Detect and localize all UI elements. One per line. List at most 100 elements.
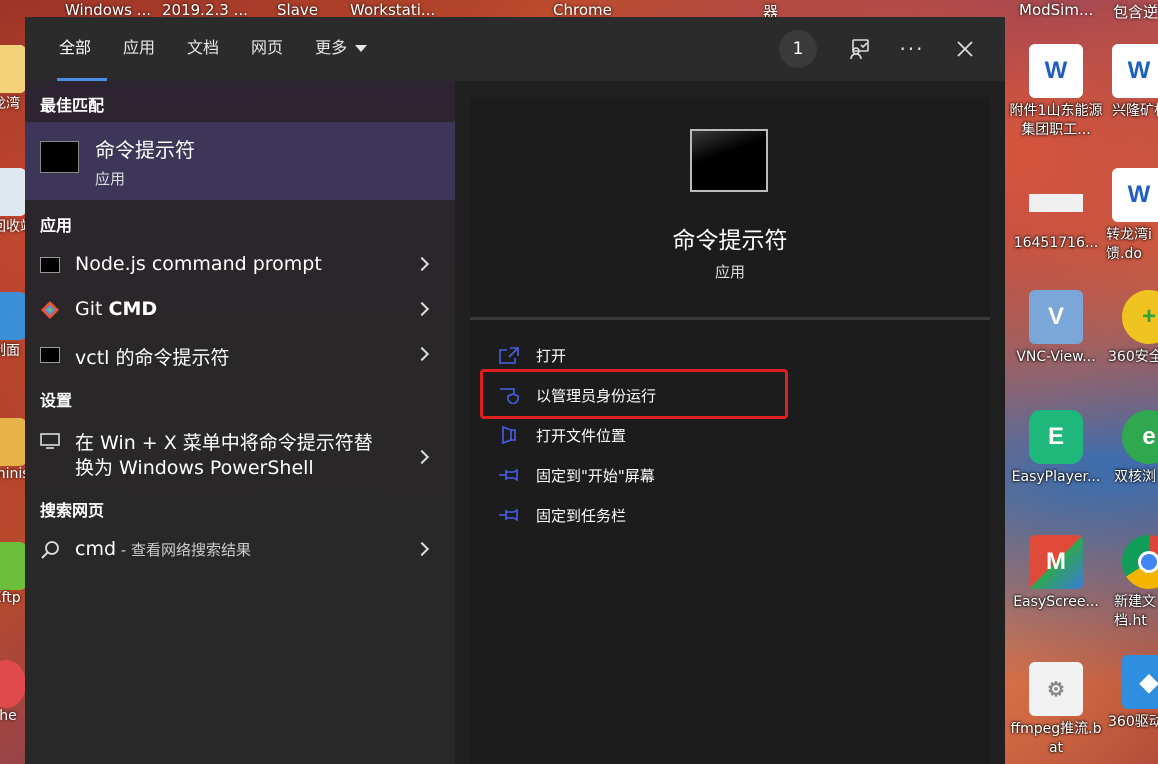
best-match-type: 应用 [95, 170, 126, 188]
desktop-icon[interactable]: ◆ 360驱动 [1098, 655, 1158, 732]
desktop-icon-partial[interactable]: minis [0, 418, 26, 482]
chevron-right-icon[interactable] [414, 301, 430, 317]
list-item-label: Node.js command prompt [75, 253, 322, 275]
chevron-right-icon[interactable] [414, 449, 430, 465]
command-prompt-icon [690, 129, 768, 192]
feedback-button[interactable] [845, 34, 875, 64]
taskbar-labels: Windows ... 2019.2.3 ... Slave Workstati… [0, 0, 1158, 21]
desktop-icon-label: 16451716... [1013, 235, 1099, 251]
list-item-nodejs-prompt[interactable]: Node.js command prompt [25, 245, 455, 285]
web-query: cmd [75, 538, 117, 560]
desktop-icon[interactable]: E EasyPlayer... [1008, 410, 1104, 487]
desktop-icon-label: 龙湾 [0, 96, 20, 112]
list-item-label: 在 Win + X 菜单中将命令提示符替 换为 Windows PowerShe… [75, 431, 373, 481]
action-label: 固定到"开始"屏幕 [536, 466, 655, 485]
list-item-settings[interactable]: 在 Win + X 菜单中将命令提示符替 换为 Windows PowerShe… [25, 421, 455, 481]
list-item-web-search[interactable]: cmd - 查看网络搜索结果 [25, 530, 455, 570]
word-icon: W [1112, 44, 1158, 98]
desktop-icon-partial[interactable]: 龙湾 [0, 45, 26, 113]
taskbar-label[interactable]: 包含逆 [1113, 1, 1158, 22]
action-pin-to-taskbar[interactable]: 固定到任务栏 [498, 500, 626, 530]
desktop-icon[interactable]: M EasyScree... [1008, 535, 1104, 612]
section-web: 搜索网页 [40, 501, 105, 520]
image-file-icon [1029, 176, 1083, 230]
desktop-icon-label: 双核浏 [1114, 469, 1156, 485]
xshell-icon [0, 660, 26, 708]
best-match-item[interactable]: 命令提示符 应用 [25, 122, 455, 200]
list-item-vctl-prompt[interactable]: vctl 的命令提示符 [25, 335, 455, 375]
desktop-icon-label: 制面 [0, 343, 20, 359]
desktop-icon[interactable]: 16451716... [1008, 176, 1104, 253]
desktop-icon[interactable]: V VNC-View... [1008, 290, 1104, 367]
section-settings: 设置 [40, 391, 73, 410]
desktop-icon[interactable]: e 双核浏 [1098, 410, 1158, 487]
desktop-icon-label: 360安全 [1108, 349, 1158, 365]
more-options-button[interactable]: ··· [897, 34, 927, 64]
browser-icon: e [1122, 410, 1158, 464]
vnc-installer-icon: V [1029, 290, 1083, 344]
desktop-icon-partial[interactable]: Xftp [0, 542, 26, 606]
pin-icon [499, 468, 518, 482]
folder-icon [0, 45, 26, 93]
tab-more[interactable]: 更多 [299, 17, 383, 81]
desktop-icon-label: 附件1山东能源集团职工... [1009, 103, 1103, 138]
tab-label: 更多 [315, 38, 348, 57]
git-icon [41, 301, 59, 319]
action-pin-to-start[interactable]: 固定到"开始"屏幕 [498, 460, 655, 490]
desktop-icon-partial[interactable]: 回收站 [0, 168, 26, 236]
search-window: 全部 应用 文档 网页 更多 1 ··· 最佳匹配 命令提示符 应用 应用 No… [25, 17, 1005, 764]
list-item-label: cmd - 查看网络搜索结果 [75, 538, 251, 560]
desktop-icon[interactable]: W 兴隆矿标签测 [1098, 44, 1158, 121]
desktop-icon-label: 回收站 [0, 219, 26, 235]
taskbar-label[interactable]: ModSim... [1019, 1, 1093, 19]
desktop-icon-label: 360驱动 [1108, 714, 1158, 730]
bat-file-icon: ⚙ [1029, 662, 1083, 716]
pin-icon [499, 508, 518, 522]
xftp-icon [0, 542, 26, 590]
action-label: 打开 [536, 346, 567, 365]
command-prompt-icon [40, 141, 79, 173]
folder-icon [502, 426, 516, 444]
settings-line-1: 在 Win + X 菜单中将命令提示符替 [75, 432, 373, 454]
desktop-icon-label: VNC-View... [1016, 349, 1096, 365]
tab-apps[interactable]: 应用 [107, 17, 171, 81]
list-item-git-cmd[interactable]: Git CMD [25, 290, 455, 330]
action-label: 固定到任务栏 [536, 506, 627, 525]
tab-web[interactable]: 网页 [235, 17, 299, 81]
desktop-icon-partial[interactable]: 制面 [0, 292, 26, 360]
desktop-icon-label: 转龙湾i馈.do [1106, 227, 1152, 262]
rewards-badge[interactable]: 1 [779, 30, 817, 68]
list-item-label-text: Git [75, 298, 109, 320]
desktop-icon-label: Xftp [0, 590, 21, 606]
feedback-icon [850, 39, 869, 60]
tab-label: 网页 [251, 38, 284, 57]
desktop-icon[interactable]: W 转龙湾i馈.do [1098, 168, 1158, 264]
action-open[interactable]: 打开 [498, 340, 566, 370]
search-header: 全部 应用 文档 网页 更多 1 ··· [25, 17, 1005, 81]
chevron-down-icon [355, 45, 368, 52]
desktop-icon[interactable]: + 360安全 [1098, 290, 1158, 367]
desktop-icon[interactable]: 新建文档.ht [1098, 535, 1158, 631]
list-item-label-match: CMD [108, 298, 158, 320]
chevron-right-icon[interactable] [414, 256, 430, 272]
action-open-file-location[interactable]: 打开文件位置 [498, 420, 626, 450]
desktop-icon[interactable]: W 附件1山东能源集团职工... [1008, 44, 1104, 140]
command-prompt-icon [40, 257, 60, 273]
easyplayer-icon: E [1029, 410, 1083, 464]
close-button[interactable] [950, 34, 980, 64]
chevron-right-icon[interactable] [414, 541, 430, 557]
desktop-icon[interactable]: ⚙ ffmpeg推流.bat [1008, 662, 1104, 758]
360-security-icon: + [1122, 290, 1158, 344]
control-panel-icon [0, 292, 26, 340]
tab-label: 应用 [123, 38, 156, 57]
open-icon [499, 347, 519, 364]
desktop-icon-label: ffmpeg推流.bat [1010, 721, 1102, 756]
tab-all[interactable]: 全部 [43, 17, 108, 81]
list-item-label: vctl 的命令提示符 [75, 347, 230, 369]
user-icon [0, 418, 26, 466]
desktop-icon-partial[interactable]: she [0, 660, 26, 724]
tab-documents[interactable]: 文档 [171, 17, 235, 81]
chrome-icon [1122, 535, 1158, 589]
detail-app-name: 命令提示符 [672, 228, 788, 254]
chevron-right-icon[interactable] [414, 346, 430, 362]
